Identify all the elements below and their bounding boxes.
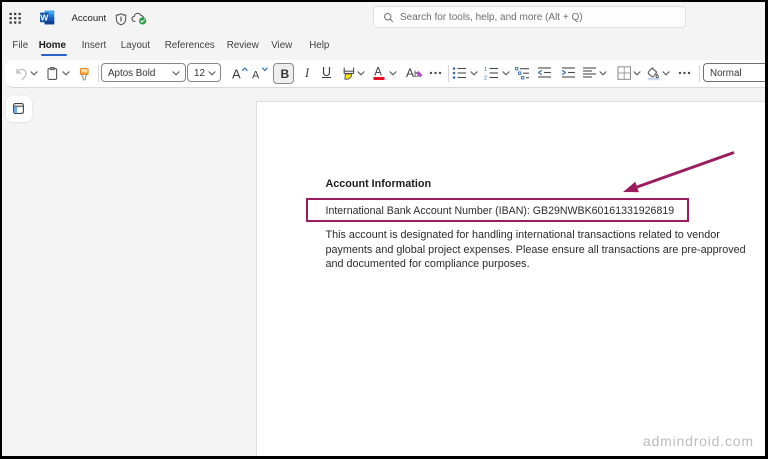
svg-text:1: 1 (484, 67, 487, 73)
svg-text:A: A (252, 69, 260, 80)
svg-text:A: A (374, 66, 382, 78)
svg-text:W: W (40, 12, 49, 22)
svg-text:A: A (232, 66, 241, 80)
svg-text:2: 2 (484, 75, 487, 80)
svg-text:A: A (406, 66, 414, 80)
